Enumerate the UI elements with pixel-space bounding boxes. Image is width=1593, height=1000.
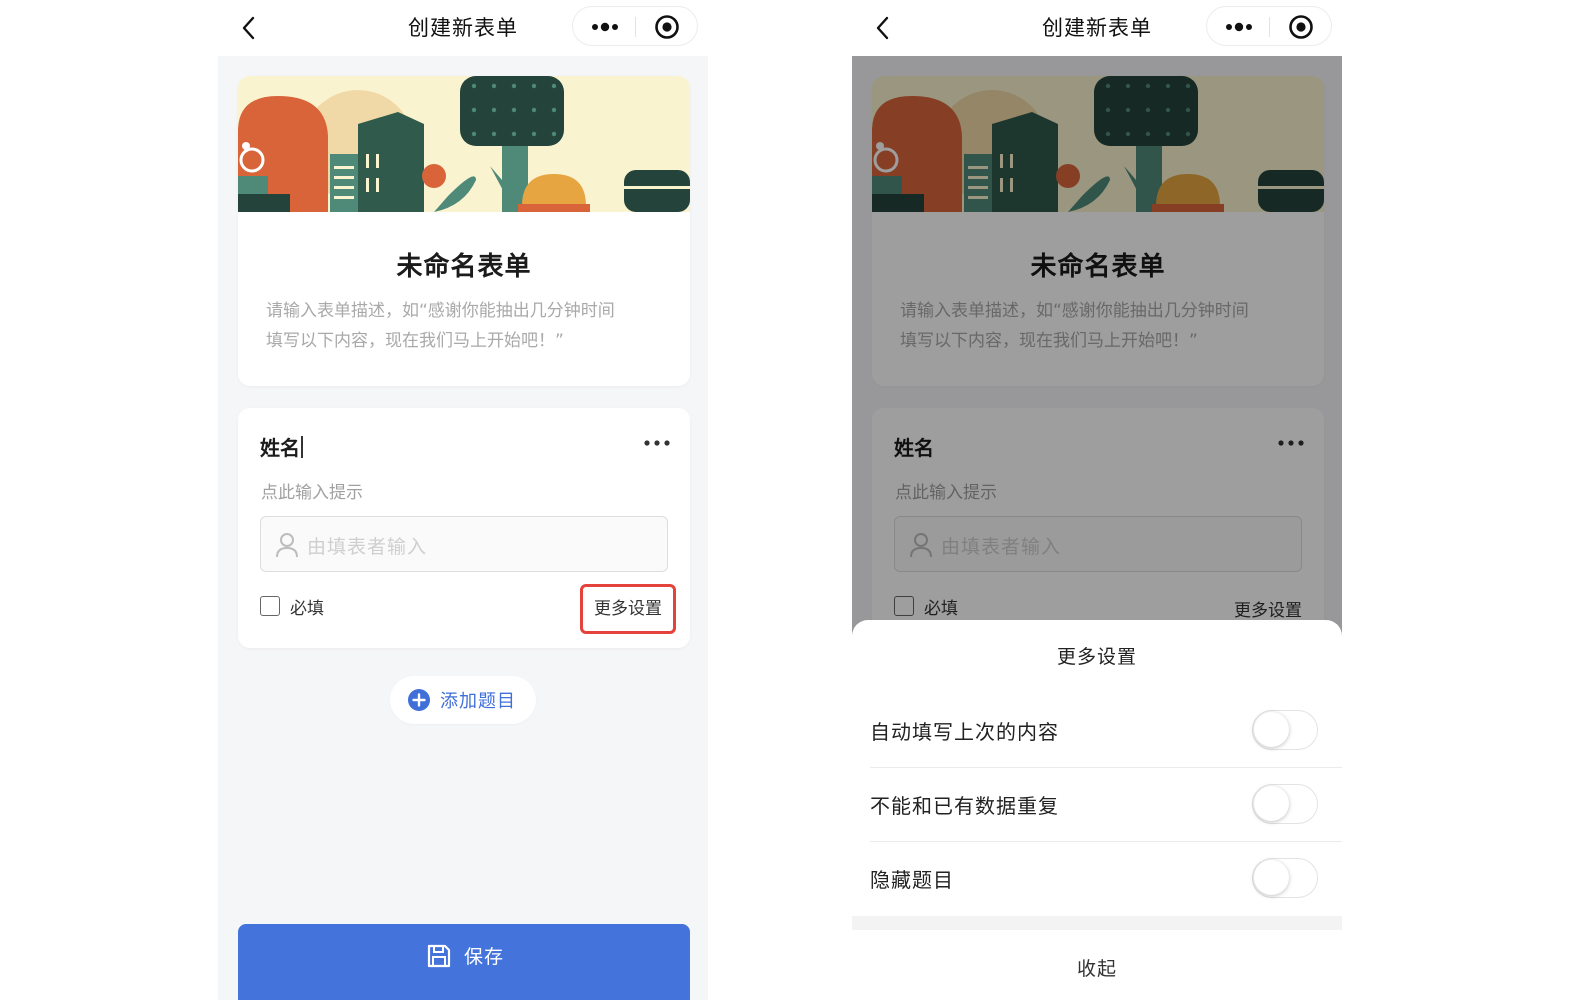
form-description[interactable]: 请输入表单描述，如“感谢你能抽出几分钟时间 填写以下内容，现在我们马上开始吧！” <box>266 296 662 356</box>
toggle-knob <box>1254 712 1289 747</box>
navbar: 创建新表单 <box>218 0 708 56</box>
text-cursor <box>301 436 303 458</box>
save-button[interactable]: 保存 <box>238 924 690 1000</box>
form-description-line: 请输入表单描述，如“感谢你能抽出几分钟时间 <box>266 301 615 321</box>
form-title[interactable]: 未命名表单 <box>238 246 690 283</box>
setting-label: 隐藏题目 <box>870 868 954 892</box>
question-label[interactable]: 姓名 <box>260 432 303 461</box>
person-icon <box>276 533 298 558</box>
question-label-text: 姓名 <box>260 436 300 460</box>
sheet-separator <box>852 916 1342 930</box>
setting-row-unique: 不能和已有数据重复 <box>852 768 1342 842</box>
save-label: 保存 <box>464 946 505 968</box>
hide-question-toggle[interactable] <box>1252 858 1318 898</box>
setting-row-hide: 隐藏题目 <box>852 842 1342 916</box>
setting-label: 不能和已有数据重复 <box>870 794 1059 818</box>
more-dots-icon[interactable] <box>642 436 672 450</box>
more-dots-icon[interactable] <box>583 11 627 43</box>
miniprogram-capsule <box>1206 6 1332 46</box>
setting-label: 自动填写上次的内容 <box>870 720 1059 744</box>
plus-circle-icon <box>408 689 430 711</box>
question-hint[interactable]: 点此输入提示 <box>261 478 363 503</box>
sheet-title: 更多设置 <box>1056 646 1137 668</box>
input-placeholder: 由填表者输入 <box>307 536 428 558</box>
form-header-card: 未命名表单 请输入表单描述，如“感谢你能抽出几分钟时间 填写以下内容，现在我们马… <box>238 76 690 386</box>
more-dots-icon[interactable] <box>1217 11 1261 43</box>
question-card: 姓名 点此输入提示 由填表者输入 必填 更多设置 <box>238 408 690 648</box>
required-label: 必填 <box>290 599 324 619</box>
save-icon <box>427 944 451 968</box>
collapse-button[interactable]: 收起 <box>852 954 1342 981</box>
target-icon[interactable] <box>645 11 689 43</box>
more-settings-button[interactable]: 更多设置 <box>580 584 676 634</box>
add-question-button[interactable]: 添加题目 <box>390 676 536 724</box>
capsule-divider <box>635 17 636 37</box>
right-phone-screen: 创建新表单 未命名表单 请输入表单描述，如“感谢你能抽出几分钟时间 填写以下内容… <box>852 0 1342 1000</box>
toggle-knob <box>1254 786 1289 821</box>
form-description-line: 填写以下内容，现在我们马上开始吧！” <box>266 331 564 351</box>
miniprogram-capsule <box>572 6 698 46</box>
capsule-divider <box>1269 17 1270 37</box>
answer-input-preview[interactable]: 由填表者输入 <box>260 516 668 572</box>
autofill-toggle[interactable] <box>1252 710 1318 750</box>
required-checkbox[interactable] <box>260 596 280 616</box>
banner-illustration <box>238 76 690 212</box>
target-icon[interactable] <box>1279 11 1323 43</box>
unique-toggle[interactable] <box>1252 784 1318 824</box>
form-editor: 未命名表单 请输入表单描述，如“感谢你能抽出几分钟时间 填写以下内容，现在我们马… <box>218 56 708 1000</box>
add-question-label: 添加题目 <box>440 691 516 712</box>
left-phone-screen: 创建新表单 未命名表单 请输入表单描述，如“感谢你能抽出几分钟时间 填写以下内容… <box>218 0 708 1000</box>
navbar: 创建新表单 <box>852 0 1342 56</box>
toggle-knob <box>1254 860 1289 895</box>
more-settings-sheet: 更多设置 自动填写上次的内容 不能和已有数据重复 隐藏题目 收起 <box>852 620 1342 1000</box>
setting-row-autofill: 自动填写上次的内容 <box>852 694 1342 768</box>
